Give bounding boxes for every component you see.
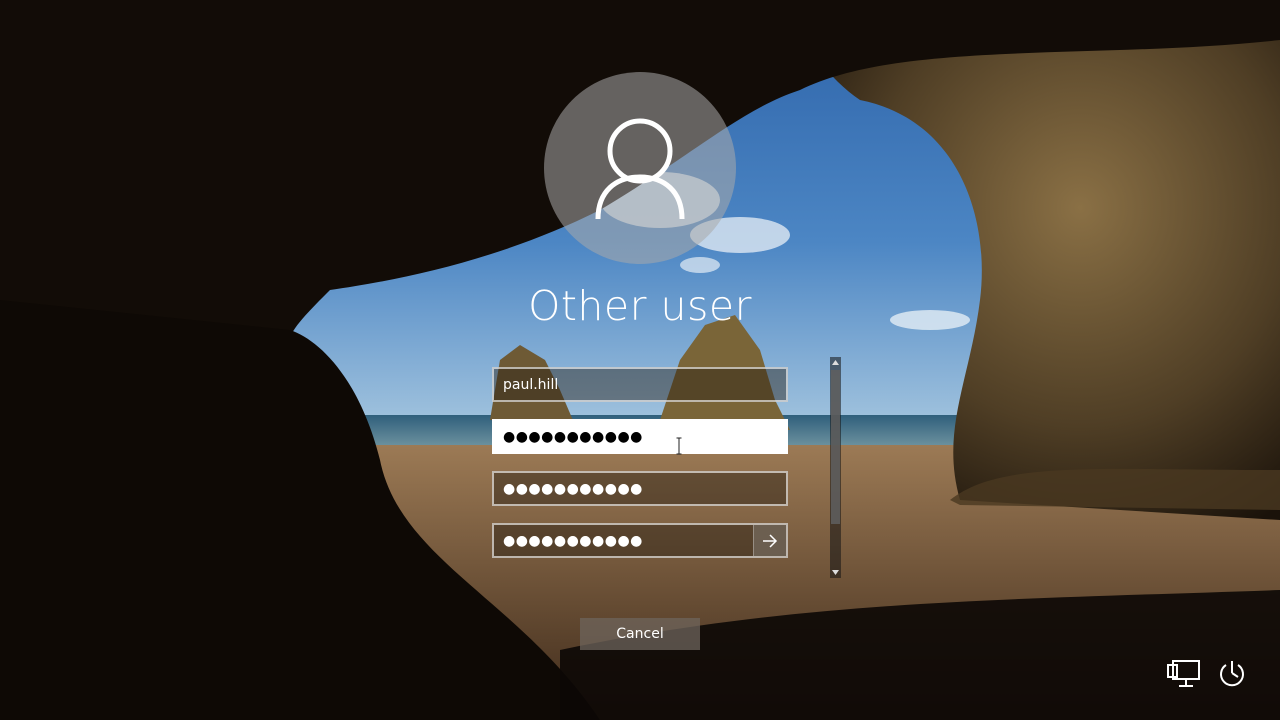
scroll-down-button[interactable]: [830, 567, 841, 578]
cancel-button[interactable]: Cancel: [580, 618, 700, 650]
confirm-password-field[interactable]: ●●●●●●●●●●●: [492, 523, 788, 558]
user-avatar: [544, 72, 736, 264]
new-password-mask: ●●●●●●●●●●●: [503, 480, 643, 497]
power-icon: [1220, 661, 1244, 687]
chevron-down-icon: [832, 570, 839, 575]
username-field[interactable]: paul.hill: [492, 367, 788, 402]
current-password-field[interactable]: ●●●●●●●●●●●: [492, 419, 788, 454]
chevron-up-icon: [832, 360, 839, 365]
current-password-mask: ●●●●●●●●●●●: [503, 428, 643, 445]
scrollbar[interactable]: [830, 357, 841, 578]
scroll-up-button[interactable]: [830, 357, 841, 368]
power-button[interactable]: [1214, 656, 1250, 692]
user-silhouette-icon: [595, 118, 685, 220]
username-value: paul.hill: [503, 376, 559, 393]
confirm-password-mask: ●●●●●●●●●●●: [503, 532, 643, 549]
network-button[interactable]: [1166, 656, 1202, 692]
arrow-right-icon: [763, 533, 778, 548]
network-icon: [1167, 660, 1200, 687]
text-cursor-icon: [676, 437, 682, 455]
submit-button[interactable]: [753, 525, 786, 556]
lock-screen: Other user paul.hill ●●●●●●●●●●● ●●●●●●●…: [0, 0, 1280, 720]
page-title: Other user: [528, 282, 752, 330]
scroll-thumb[interactable]: [831, 370, 840, 524]
new-password-field[interactable]: ●●●●●●●●●●●: [492, 471, 788, 506]
